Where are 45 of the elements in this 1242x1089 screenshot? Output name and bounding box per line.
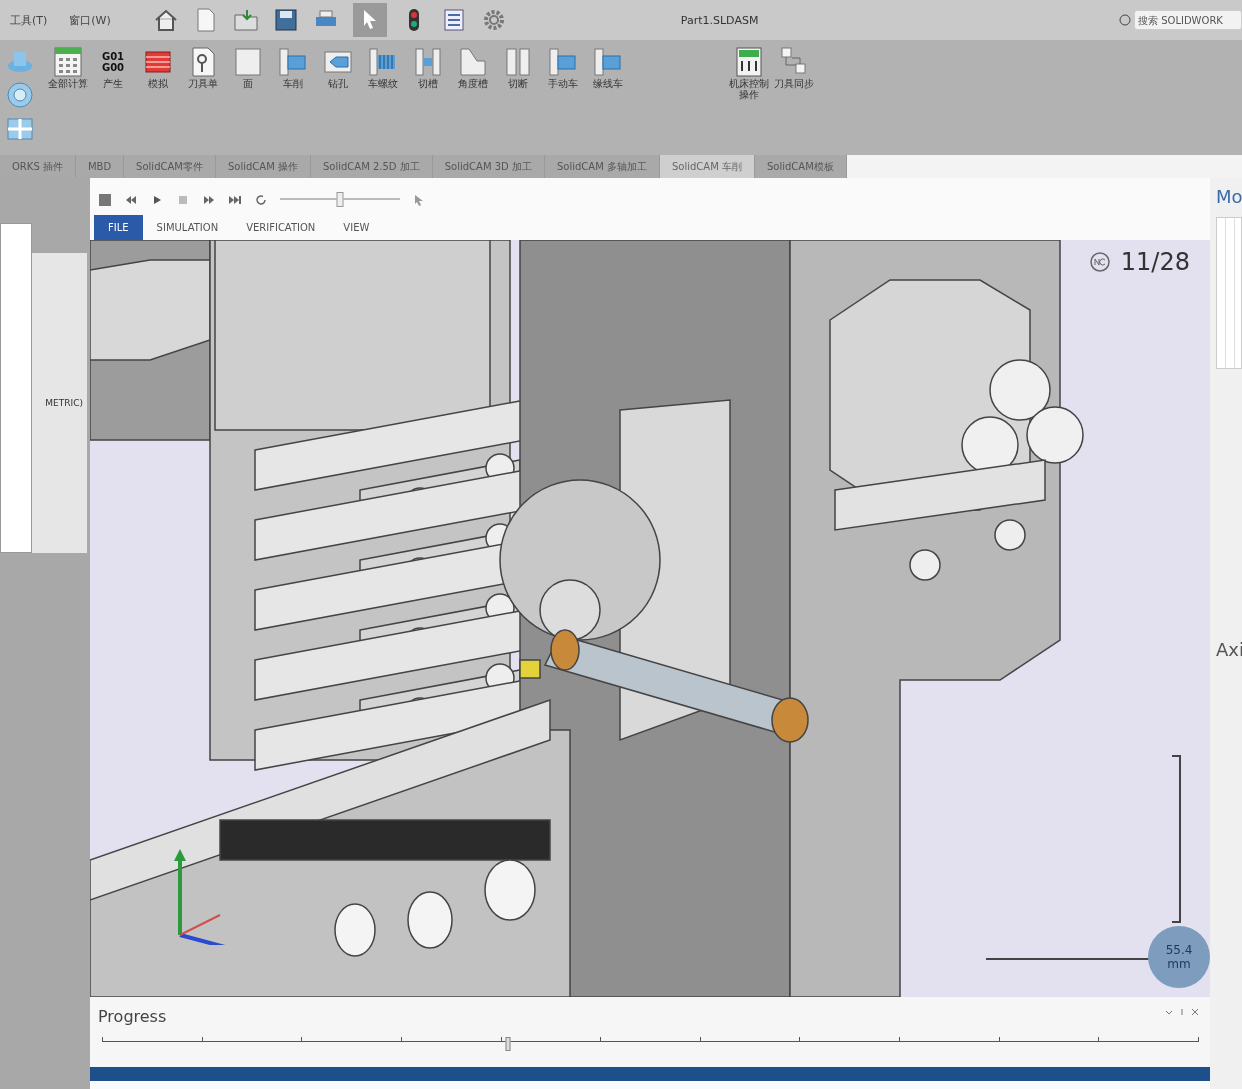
- pointer-icon[interactable]: [352, 3, 387, 37]
- progress-title: Progress: [98, 1007, 167, 1026]
- panel-icon[interactable]: [733, 46, 765, 78]
- table-icon[interactable]: [52, 46, 84, 78]
- panel-heading: Mo: [1216, 186, 1242, 207]
- ribbon-command[interactable]: 面: [226, 46, 270, 155]
- notch-icon[interactable]: [457, 46, 489, 78]
- loop-icon[interactable]: [254, 192, 268, 207]
- lathe-icon[interactable]: [277, 46, 309, 78]
- scale-badge: 55.4 mm: [1148, 926, 1210, 988]
- lathe-icon[interactable]: [592, 46, 624, 78]
- ribbon-command[interactable]: 刀具同步: [772, 46, 816, 155]
- ribbon-command[interactable]: G01 G00 产生: [91, 46, 135, 155]
- unit-text: METRIC): [45, 398, 84, 408]
- ribbon-command[interactable]: 切断: [496, 46, 540, 155]
- document-title: Part1.SLDASM: [680, 13, 760, 27]
- square-icon[interactable]: [232, 46, 264, 78]
- ribbon-command[interactable]: 缘线车: [586, 46, 630, 155]
- search-field[interactable]: 搜索 SOLIDWORK: [1134, 10, 1242, 30]
- simulation-tab[interactable]: FILE: [94, 215, 143, 240]
- ribbon-command[interactable]: 钻孔: [316, 46, 360, 155]
- ribbon-command[interactable]: 车削: [271, 46, 315, 155]
- menu-item[interactable]: 窗口(W): [65, 10, 115, 30]
- simulation-tab[interactable]: VERIFICATION: [232, 215, 330, 240]
- panel-heading: Axi: [1216, 639, 1242, 660]
- ribbon-command[interactable]: 车螺纹: [361, 46, 405, 155]
- groove-icon[interactable]: [412, 46, 444, 78]
- operation-counter: 11/28: [1120, 248, 1190, 276]
- rings-icon[interactable]: [5, 80, 35, 110]
- ribbon-command[interactable]: 刀具单: [181, 46, 225, 155]
- ribbon-command[interactable]: 全部计算: [46, 46, 90, 155]
- save-icon[interactable]: [98, 192, 112, 207]
- lathe-icon[interactable]: [547, 46, 579, 78]
- nc-icon: [1088, 251, 1111, 273]
- ribbon-command[interactable]: 切槽: [406, 46, 450, 155]
- menu-item[interactable]: 工具(T): [6, 10, 52, 30]
- simulation-tab[interactable]: VIEW: [329, 215, 384, 240]
- ribbon-command[interactable]: 机床控制操作: [727, 46, 771, 155]
- open-folder-icon[interactable]: [232, 7, 259, 33]
- save-icon[interactable]: [272, 7, 299, 33]
- simulation-tab[interactable]: SIMULATION: [142, 215, 233, 240]
- ribbon-tab[interactable]: SolidCAM 车削: [660, 155, 755, 178]
- ribbon-command[interactable]: 手动车: [541, 46, 585, 155]
- ribbon-command[interactable]: 角度槽: [451, 46, 495, 155]
- ribbon-command[interactable]: 模拟: [136, 46, 180, 155]
